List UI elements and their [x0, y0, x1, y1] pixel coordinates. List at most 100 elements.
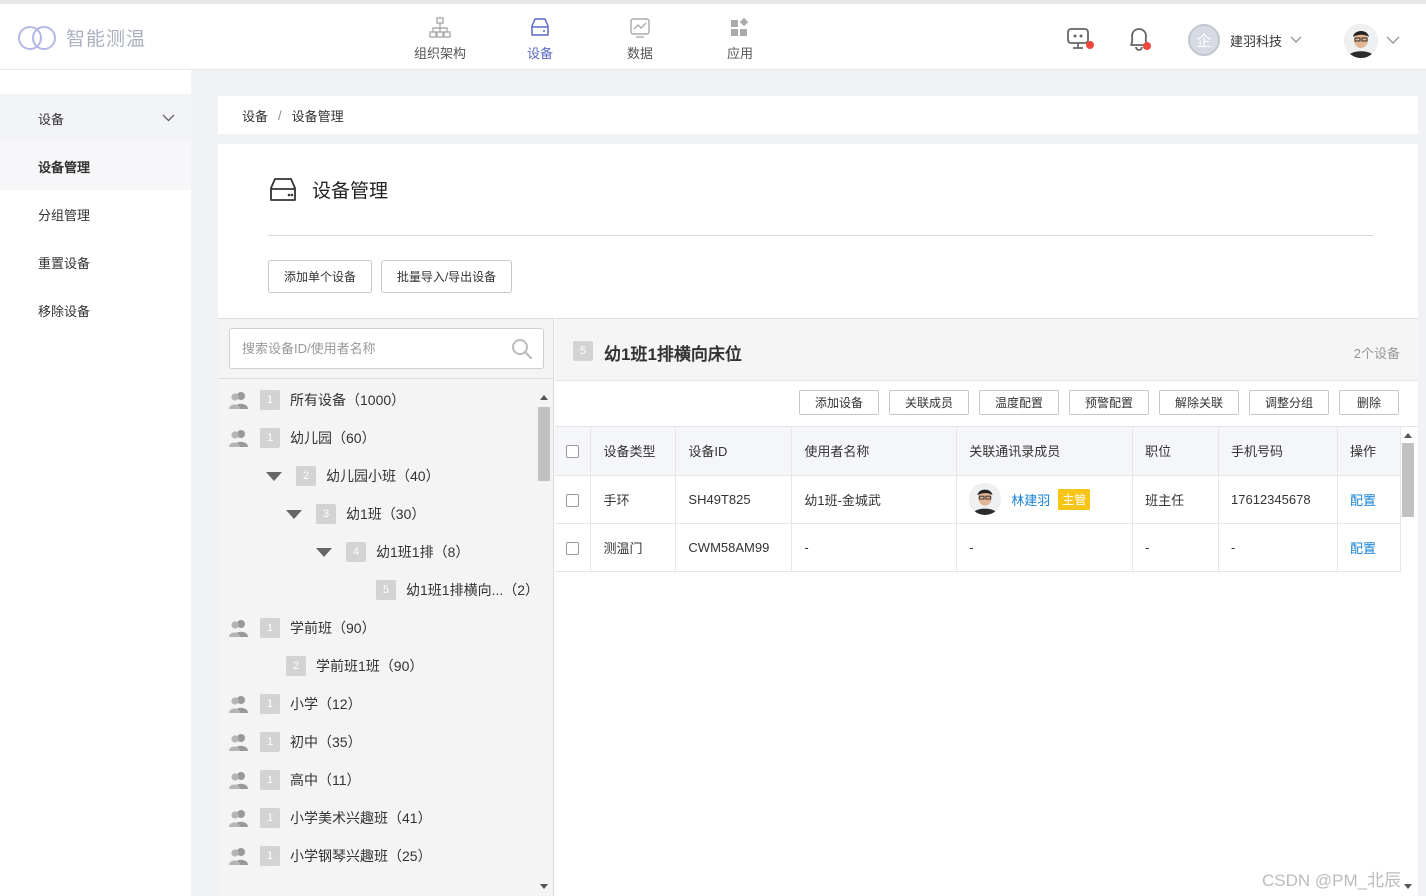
select-all-checkbox[interactable]: [566, 445, 579, 459]
tree-node-label: 学前班（90）: [290, 620, 376, 636]
unlink-button[interactable]: 解除关联: [1159, 390, 1239, 415]
tree-node-label: 幼1班（30）: [346, 506, 426, 522]
level-badge: 4: [346, 542, 366, 562]
search-input[interactable]: [230, 329, 490, 368]
cell-member: -: [956, 523, 1134, 572]
sidebar-item-remove-device[interactable]: 移除设备: [0, 286, 191, 334]
bell-icon[interactable]: [1126, 26, 1152, 52]
tree-node[interactable]: 1 幼儿园（60）: [228, 427, 376, 449]
column-header[interactable]: 职位: [1132, 427, 1220, 476]
tree-node[interactable]: 1 所有设备（1000）: [228, 389, 405, 411]
tree-scrollbar[interactable]: [536, 389, 552, 895]
tree-node[interactable]: 1 小学钢琴兴趣班（25）: [228, 845, 432, 867]
tree-node[interactable]: 1 初中（35）: [228, 731, 362, 753]
cell-user-name: 幼1班-金城武: [791, 475, 958, 524]
tree-node-label: 小学美术兴趣班（41）: [290, 810, 432, 826]
batch-import-export-button[interactable]: 批量导入/导出设备: [381, 260, 512, 293]
column-header[interactable]: 手机号码: [1218, 427, 1338, 476]
tree-node[interactable]: 5 幼1班1排横向...（2）: [376, 579, 539, 601]
tree-node[interactable]: 4 幼1班1排（8）: [316, 541, 469, 563]
tree-search: [229, 328, 544, 369]
sidebar-item-group-management[interactable]: 分组管理: [0, 190, 191, 238]
level-badge: 1: [260, 732, 280, 752]
sidebar-group-device[interactable]: 设备: [0, 94, 191, 142]
link-member-button[interactable]: 关联成员: [889, 390, 969, 415]
tree-node[interactable]: 2 学前班1班（90）: [286, 655, 423, 677]
nav-apps[interactable]: 应用: [690, 8, 790, 70]
nav-device[interactable]: 设备: [490, 8, 590, 70]
column-header[interactable]: 使用者名称: [791, 427, 958, 476]
company-switcher[interactable]: 企 建羽科技: [1188, 24, 1302, 56]
scroll-up-arrow-icon[interactable]: [540, 395, 548, 400]
tree-node[interactable]: 1 小学美术兴趣班（41）: [228, 807, 432, 829]
column-header[interactable]: 设备类型: [590, 427, 677, 476]
app-logo[interactable]: 智能测温: [18, 24, 146, 51]
apps-icon: [731, 17, 749, 36]
user-group-icon: [229, 848, 248, 865]
tree-node[interactable]: 2 幼儿园小班（40）: [266, 465, 440, 487]
sidebar-item-reset-device[interactable]: 重置设备: [0, 238, 191, 286]
device-icon: [531, 17, 549, 36]
config-link[interactable]: 配置: [1350, 541, 1376, 556]
tree-node[interactable]: 1 高中（11）: [228, 769, 361, 791]
caret-down-icon[interactable]: [316, 547, 332, 557]
breadcrumb-parent[interactable]: 设备: [242, 106, 268, 125]
cell-position: 班主任: [1132, 475, 1220, 524]
chevron-down-icon: [1290, 36, 1302, 43]
tree-node-label: 小学钢琴兴趣班（25）: [290, 848, 432, 864]
nav-label: 应用: [726, 45, 753, 61]
tree-node-label: 高中（11）: [290, 772, 361, 788]
column-header[interactable]: 关联通讯录成员: [956, 427, 1134, 476]
sidebar-group-label: 设备: [38, 111, 65, 127]
role-tag: 主管: [1058, 488, 1091, 510]
caret-down-icon[interactable]: [266, 471, 282, 481]
user-group-icon: [229, 810, 248, 827]
table-scrollbar[interactable]: [1400, 427, 1417, 895]
column-header[interactable]: 设备ID: [675, 427, 793, 476]
nav-org-chart[interactable]: 组织架构: [390, 8, 490, 70]
cell-member: 林建羽 主管: [956, 475, 1134, 524]
tree-node[interactable]: 1 学前班（90）: [228, 617, 376, 639]
row-checkbox[interactable]: [566, 541, 579, 555]
sidebar-item-label: 分组管理: [38, 207, 91, 223]
member-name-link[interactable]: 林建羽: [1011, 490, 1050, 509]
tree-node-label: 所有设备（1000）: [290, 392, 406, 408]
add-device-button[interactable]: 添加设备: [799, 390, 879, 415]
search-icon[interactable]: [511, 338, 533, 360]
company-name: 建羽科技: [1230, 33, 1283, 49]
user-group-icon: [229, 392, 248, 409]
add-single-device-button[interactable]: 添加单个设备: [268, 260, 372, 293]
nav-data[interactable]: 数据: [590, 8, 690, 70]
config-link[interactable]: 配置: [1350, 493, 1376, 508]
group-title: 幼1班1排横向床位: [604, 345, 742, 364]
robot-assistant-icon[interactable]: [1066, 26, 1094, 52]
alert-config-button[interactable]: 预警配置: [1069, 390, 1149, 415]
caret-down-icon[interactable]: [286, 509, 302, 519]
level-badge: 1: [260, 390, 280, 410]
scroll-up-arrow-icon[interactable]: [1404, 433, 1412, 438]
tree-node[interactable]: 1 小学（12）: [228, 693, 362, 715]
sidebar-item-device-management[interactable]: 设备管理: [0, 142, 191, 190]
regroup-button[interactable]: 调整分组: [1249, 390, 1329, 415]
app-title: 智能测温: [66, 29, 147, 50]
chevron-down-icon[interactable]: [1386, 36, 1400, 45]
page-title: 设备管理: [312, 181, 389, 202]
scroll-down-arrow-icon[interactable]: [1404, 884, 1412, 889]
table-row[interactable]: 手环 SH49T825 幼1班-金城武 林建羽 主管 班主任 176123456…: [555, 475, 1401, 524]
scrollbar-thumb[interactable]: [1402, 443, 1414, 517]
level-badge: 5: [573, 341, 593, 361]
delete-button[interactable]: 删除: [1339, 390, 1399, 415]
table-row[interactable]: 测温门 CWM58AM99 - - - - 配置: [555, 523, 1401, 572]
temperature-config-button[interactable]: 温度配置: [979, 390, 1059, 415]
row-checkbox[interactable]: [566, 493, 579, 507]
user-avatar[interactable]: [1344, 24, 1378, 58]
nav-label: 设备: [526, 45, 553, 61]
level-badge: 1: [260, 618, 280, 638]
column-header[interactable]: 操作: [1337, 427, 1401, 476]
scroll-down-arrow-icon[interactable]: [540, 884, 548, 889]
level-badge: 1: [260, 428, 280, 448]
user-group-icon: [229, 696, 248, 713]
chevron-down-icon: [162, 114, 175, 122]
scrollbar-thumb[interactable]: [538, 407, 550, 481]
tree-node[interactable]: 3 幼1班（30）: [286, 503, 425, 525]
